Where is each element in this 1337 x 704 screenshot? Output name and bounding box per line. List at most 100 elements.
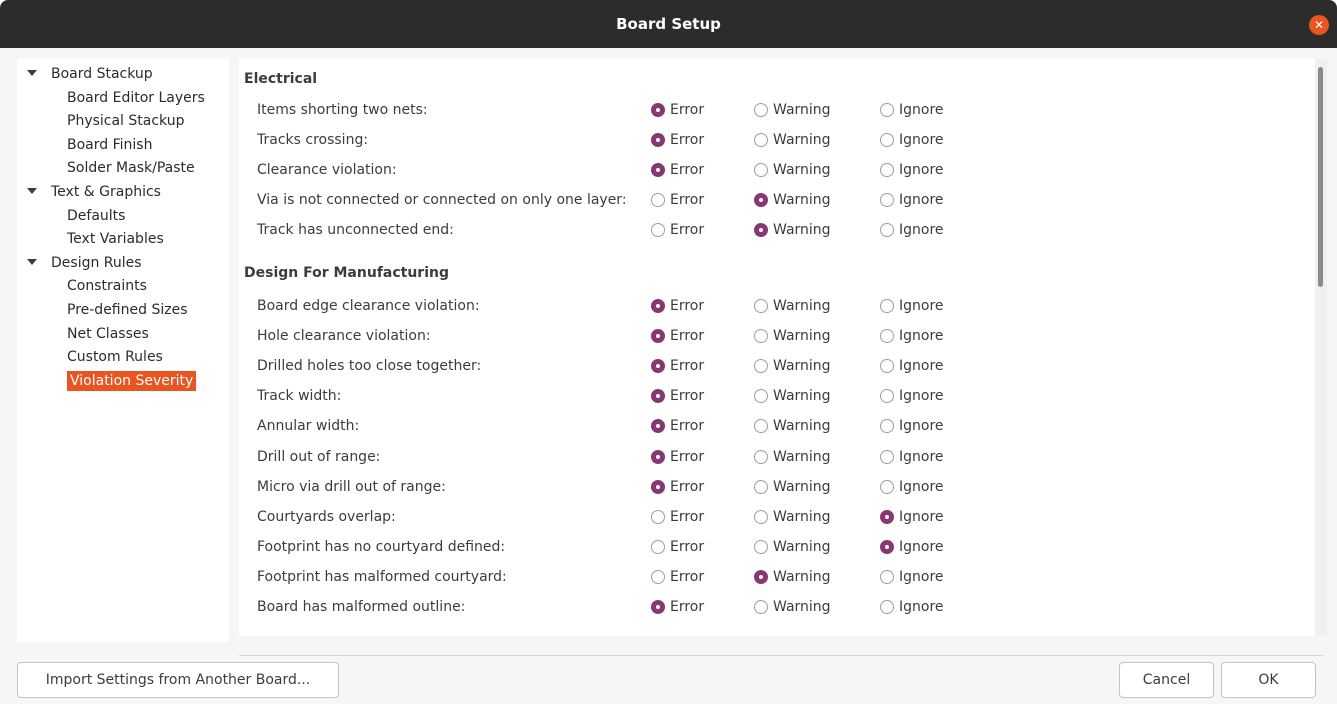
warning-radio[interactable]: Warning [754,536,831,558]
radio-circle-icon[interactable] [651,479,665,494]
ignore-radio[interactable]: Ignore [880,99,944,121]
radio-circle-icon[interactable] [880,419,894,434]
ignore-radio[interactable]: Ignore [880,159,944,181]
radio-circle-icon[interactable] [651,299,665,313]
radio-circle-icon[interactable] [880,163,894,178]
warning-radio[interactable]: Warning [754,506,831,528]
tree-item-solder-mask-paste[interactable]: Solder Mask/Paste [67,157,195,179]
ignore-radio[interactable]: Ignore [880,189,944,211]
radio-circle-icon[interactable] [754,509,768,524]
radio-circle-icon[interactable] [880,389,894,404]
ignore-radio[interactable]: Ignore [880,129,944,151]
warning-radio[interactable]: Warning [754,355,831,377]
radio-circle-icon[interactable] [754,479,768,494]
ignore-radio[interactable]: Ignore [880,415,944,437]
radio-circle-icon[interactable] [651,449,665,464]
radio-circle-icon[interactable] [880,539,894,554]
error-radio[interactable]: Error [651,159,704,181]
warning-radio[interactable]: Warning [754,446,831,468]
tree-item-constraints[interactable]: Constraints [67,275,147,297]
radio-circle-icon[interactable] [651,389,665,404]
tree-item-net-classes[interactable]: Net Classes [67,323,149,345]
radio-circle-icon[interactable] [651,600,665,614]
ignore-radio[interactable]: Ignore [880,446,944,468]
radio-circle-icon[interactable] [651,223,665,238]
warning-radio[interactable]: Warning [754,325,831,347]
radio-circle-icon[interactable] [880,133,894,148]
radio-circle-icon[interactable] [754,163,768,178]
cancel-button[interactable]: Cancel [1119,662,1214,698]
radio-circle-icon[interactable] [754,103,768,117]
warning-radio[interactable]: Warning [754,596,831,618]
radio-circle-icon[interactable] [651,509,665,524]
error-radio[interactable]: Error [651,385,704,407]
ignore-radio[interactable]: Ignore [880,219,944,241]
ignore-radio[interactable]: Ignore [880,355,944,377]
error-radio[interactable]: Error [651,99,704,121]
error-radio[interactable]: Error [651,189,704,211]
radio-circle-icon[interactable] [880,329,894,344]
error-radio[interactable]: Error [651,355,704,377]
tree-item-board-finish[interactable]: Board Finish [67,134,152,156]
close-icon[interactable]: ✕ [1309,15,1329,35]
radio-circle-icon[interactable] [880,600,894,614]
error-radio[interactable]: Error [651,566,704,588]
tree-group-board-stackup[interactable]: Board Stackup [27,63,153,85]
radio-circle-icon[interactable] [754,299,768,313]
tree-item-text-variables[interactable]: Text Variables [67,228,164,250]
radio-circle-icon[interactable] [651,359,665,374]
ignore-radio[interactable]: Ignore [880,566,944,588]
warning-radio[interactable]: Warning [754,99,831,121]
tree-group-text-graphics[interactable]: Text & Graphics [27,181,161,203]
warning-radio[interactable]: Warning [754,566,831,588]
error-radio[interactable]: Error [651,129,704,151]
radio-circle-icon[interactable] [880,509,894,524]
tree-item-physical-stackup[interactable]: Physical Stackup [67,110,185,132]
ignore-radio[interactable]: Ignore [880,295,944,317]
radio-circle-icon[interactable] [651,133,665,148]
error-radio[interactable]: Error [651,536,704,558]
warning-radio[interactable]: Warning [754,159,831,181]
radio-circle-icon[interactable] [754,193,768,208]
tree-item-custom-rules[interactable]: Custom Rules [67,346,163,368]
ignore-radio[interactable]: Ignore [880,385,944,407]
ignore-radio[interactable]: Ignore [880,506,944,528]
error-radio[interactable]: Error [651,446,704,468]
radio-circle-icon[interactable] [754,133,768,148]
radio-circle-icon[interactable] [754,389,768,404]
tree-group-design-rules[interactable]: Design Rules [27,252,142,274]
radio-circle-icon[interactable] [880,299,894,313]
radio-circle-icon[interactable] [880,193,894,208]
warning-radio[interactable]: Warning [754,295,831,317]
warning-radio[interactable]: Warning [754,219,831,241]
error-radio[interactable]: Error [651,325,704,347]
ignore-radio[interactable]: Ignore [880,536,944,558]
radio-circle-icon[interactable] [754,600,768,614]
tree-item-board-editor-layers[interactable]: Board Editor Layers [67,87,205,109]
radio-circle-icon[interactable] [754,539,768,554]
tree-item-defaults[interactable]: Defaults [67,205,125,227]
warning-radio[interactable]: Warning [754,415,831,437]
ignore-radio[interactable]: Ignore [880,325,944,347]
radio-circle-icon[interactable] [651,569,665,584]
warning-radio[interactable]: Warning [754,189,831,211]
radio-circle-icon[interactable] [651,539,665,554]
radio-circle-icon[interactable] [754,223,768,238]
tree-item-pre-defined-sizes[interactable]: Pre-defined Sizes [67,299,187,321]
radio-circle-icon[interactable] [880,223,894,238]
radio-circle-icon[interactable] [880,449,894,464]
radio-circle-icon[interactable] [880,569,894,584]
ignore-radio[interactable]: Ignore [880,596,944,618]
warning-radio[interactable]: Warning [754,476,831,498]
import-settings-button[interactable]: Import Settings from Another Board... [17,662,339,698]
expand-arrow-icon[interactable] [27,188,37,194]
ok-button[interactable]: OK [1221,662,1316,698]
error-radio[interactable]: Error [651,295,704,317]
error-radio[interactable]: Error [651,596,704,618]
radio-circle-icon[interactable] [651,329,665,344]
ignore-radio[interactable]: Ignore [880,476,944,498]
expand-arrow-icon[interactable] [27,70,37,76]
radio-circle-icon[interactable] [754,569,768,584]
error-radio[interactable]: Error [651,506,704,528]
scrollbar-thumb[interactable] [1318,67,1323,287]
